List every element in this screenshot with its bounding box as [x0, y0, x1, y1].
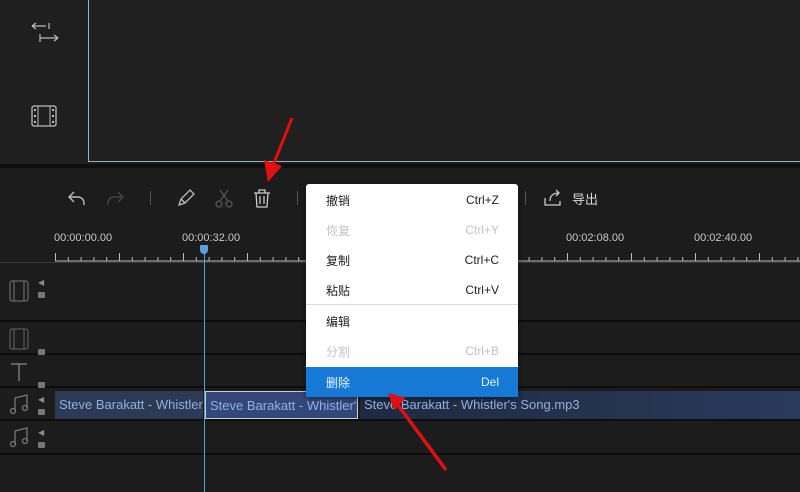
volume-icon[interactable]: ◀ — [38, 428, 44, 437]
lock-icon[interactable] — [38, 409, 45, 415]
lock-icon[interactable] — [38, 292, 45, 298]
lock-icon[interactable] — [38, 349, 45, 355]
volume-icon[interactable]: ◀ — [38, 278, 44, 287]
lock-icon[interactable] — [38, 382, 45, 388]
volume-icon[interactable]: ◀ — [38, 395, 44, 404]
red-arrow-annotation — [264, 117, 294, 182]
red-arrow-annotation — [388, 393, 448, 472]
annotation-arrows — [264, 117, 448, 472]
lock-icon[interactable] — [38, 442, 45, 448]
